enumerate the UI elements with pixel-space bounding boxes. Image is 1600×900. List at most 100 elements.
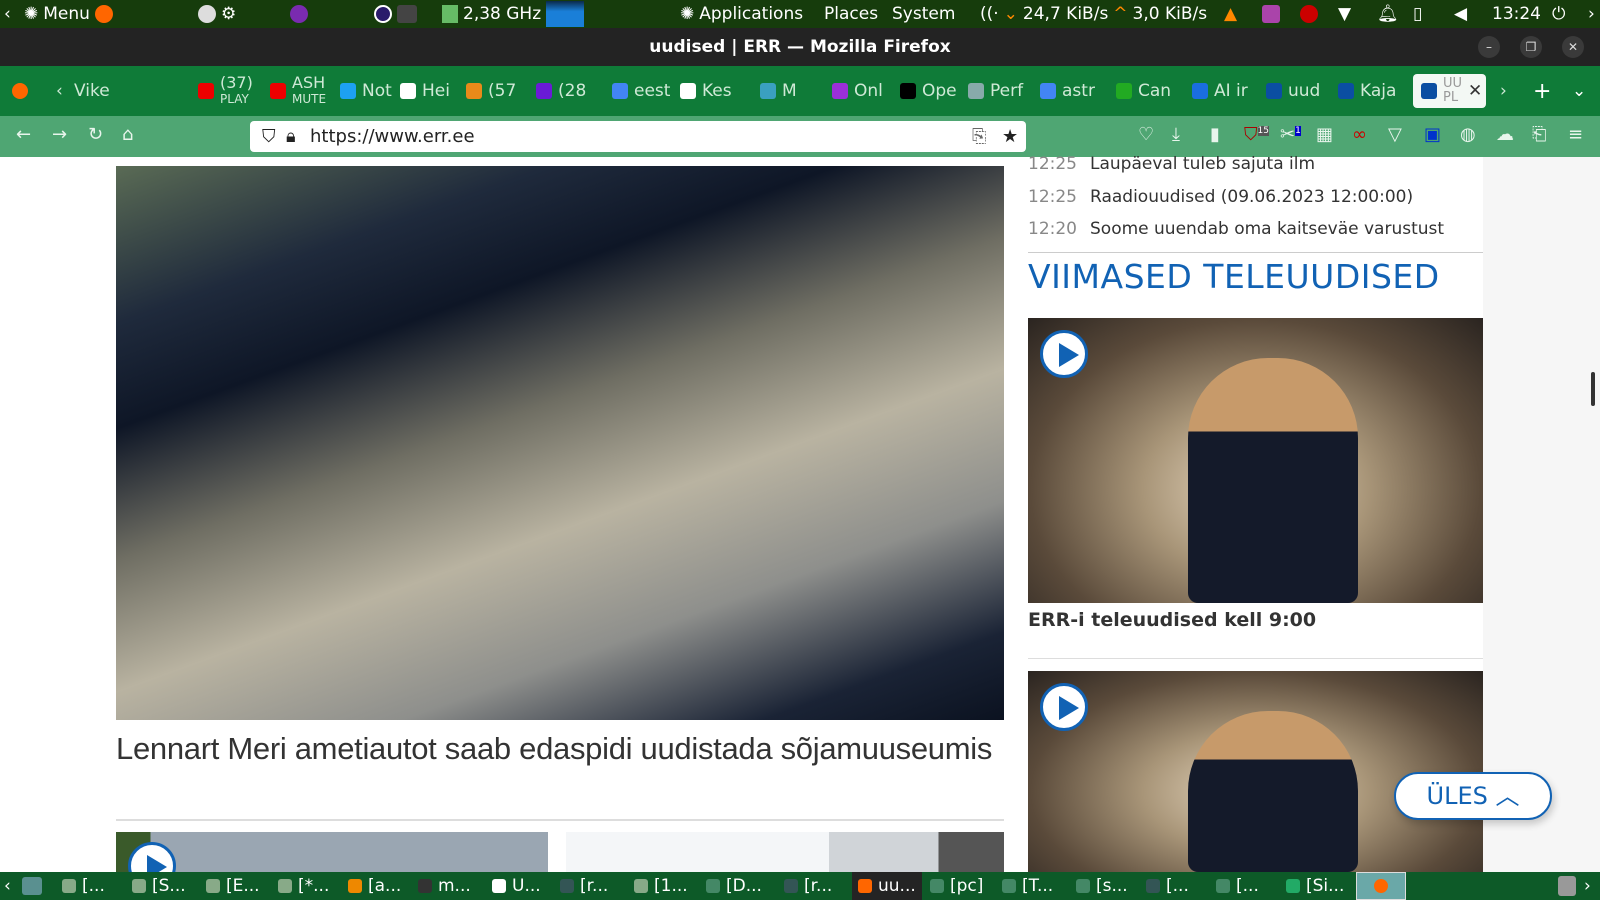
play-icon[interactable] xyxy=(1040,330,1088,378)
terminal-icon[interactable] xyxy=(397,5,417,23)
url-bar[interactable]: ⛉ 🔒︎ https://www.err.ee ⎘ ★ xyxy=(250,121,1026,152)
pocket-icon[interactable]: ♡ xyxy=(1138,124,1154,145)
tab-active[interactable]: UU PL ✕ xyxy=(1413,74,1486,108)
video-thumbnail[interactable] xyxy=(1028,318,1483,603)
taskbar-firefox-active[interactable] xyxy=(1356,872,1406,900)
news-item[interactable]: 12:20 Soome uuendab oma kaitseväe varustu… xyxy=(1028,219,1444,239)
menu-button[interactable]: ✺ Menu xyxy=(24,0,113,28)
news-title[interactable]: Soome uuendab oma kaitseväe varustust xyxy=(1090,219,1444,239)
taskbar-item[interactable]: [... xyxy=(1216,872,1259,900)
maximize-button[interactable]: ❐ xyxy=(1520,36,1542,58)
list-tabs-button[interactable]: ⌄ xyxy=(1572,74,1586,108)
tabs-scroll-right[interactable]: › xyxy=(1500,74,1507,108)
home-button[interactable]: ⌂ xyxy=(122,124,133,145)
places-menu[interactable]: Places xyxy=(824,0,878,28)
firefox-view-button[interactable] xyxy=(12,74,28,108)
close-tab-icon[interactable]: ✕ xyxy=(1468,81,1482,101)
tab[interactable]: Kaja xyxy=(1338,74,1398,108)
taskbar-item[interactable]: [*... xyxy=(278,872,329,900)
applications-menu[interactable]: ✺ Applications xyxy=(680,0,803,28)
close-window-button[interactable]: ✕ xyxy=(1562,36,1584,58)
system-menu[interactable]: System xyxy=(892,0,955,28)
forward-button[interactable]: → xyxy=(52,124,67,145)
back-to-top-button[interactable]: ÜLES ︿ xyxy=(1394,772,1552,820)
extension-icon[interactable]: ✂1 xyxy=(1280,124,1301,145)
record-icon[interactable] xyxy=(1300,5,1318,23)
translate-icon[interactable]: ⎘ xyxy=(972,121,986,152)
taskbar-item[interactable]: [r... xyxy=(560,872,608,900)
tab[interactable]: eest xyxy=(612,74,672,108)
taskbar-item[interactable]: [pc] xyxy=(930,872,983,900)
volume-icon[interactable]: ◀︎ xyxy=(1454,0,1467,28)
id-extension-icon[interactable]: ▣ xyxy=(1424,124,1441,145)
taskbar-item[interactable]: [E... xyxy=(206,872,260,900)
taskbar-item[interactable]: [... xyxy=(1146,872,1189,900)
tab[interactable]: ASH MUTE xyxy=(270,74,332,108)
news-item[interactable]: 12:25 Laupäeval tuleb sajuta ilm xyxy=(1028,154,1315,174)
taskbar-item[interactable]: [T... xyxy=(1002,872,1053,900)
taskbar-item[interactable]: [a... xyxy=(348,872,401,900)
tab[interactable]: Hei xyxy=(400,74,458,108)
incognito-extension-icon[interactable]: ☁ xyxy=(1496,124,1514,145)
lock-icon[interactable]: 🔒︎ xyxy=(286,121,296,152)
taskbar-item[interactable]: [r... xyxy=(784,872,832,900)
tab[interactable]: (28 xyxy=(536,74,604,108)
battery-icon[interactable]: ▯ xyxy=(1413,0,1422,28)
taskbar-item[interactable]: [1... xyxy=(634,872,688,900)
tab[interactable]: Vike xyxy=(74,74,114,108)
tab[interactable]: M xyxy=(760,74,824,108)
tor-icon[interactable] xyxy=(290,5,308,23)
tab[interactable]: (37) PLAY xyxy=(198,74,262,108)
article-thumbnail[interactable] xyxy=(566,832,1004,872)
article-headline[interactable]: Lennart Meri ametiautot saab edaspidi uu… xyxy=(116,729,1004,769)
taskbar-item[interactable]: U... xyxy=(492,872,541,900)
panel-right-arrow[interactable]: › xyxy=(1588,0,1595,28)
news-title[interactable]: Raadiouudised (09.06.2023 12:00:00) xyxy=(1090,187,1413,207)
show-desktop-icon[interactable] xyxy=(22,877,42,895)
tab[interactable]: Kes xyxy=(680,74,752,108)
settings-icon[interactable]: ⚙ xyxy=(221,4,236,24)
taskbar-item[interactable]: [D... xyxy=(706,872,762,900)
taskbar-item[interactable]: [S... xyxy=(132,872,186,900)
back-button[interactable]: ← xyxy=(16,124,31,145)
scrollbar-thumb[interactable] xyxy=(1591,372,1595,406)
filter-extension-icon[interactable]: ▽ xyxy=(1388,124,1402,145)
panel-left-arrow[interactable]: ‹ xyxy=(4,0,11,28)
tab[interactable]: Not xyxy=(340,74,392,108)
taskbar-item[interactable]: [s... xyxy=(1076,872,1128,900)
tab[interactable]: Onl xyxy=(832,74,892,108)
firefox-icon[interactable] xyxy=(94,5,113,23)
search-app-icon[interactable] xyxy=(198,5,216,23)
article-thumbnail[interactable] xyxy=(116,832,548,872)
new-tab-button[interactable]: + xyxy=(1533,74,1551,108)
taskbar-left-arrow[interactable]: ‹ xyxy=(4,872,11,900)
tab[interactable]: Ope xyxy=(900,74,960,108)
notifications-icon[interactable]: 🔔︎ xyxy=(1377,0,1399,28)
tabs-scroll-left[interactable]: ‹ xyxy=(56,74,63,108)
taskbar-item[interactable]: [Si... xyxy=(1286,872,1344,900)
clock[interactable]: 13:24 xyxy=(1492,0,1541,28)
link-extension-icon[interactable]: ∞ xyxy=(1352,124,1367,145)
wifi-signal-icon[interactable]: ▼ xyxy=(1338,0,1351,28)
tab[interactable]: Can xyxy=(1116,74,1184,108)
vlc-icon[interactable]: ▲ xyxy=(1224,0,1237,28)
power-icon[interactable]: ⏻ xyxy=(1552,0,1565,28)
opera-icon[interactable] xyxy=(374,5,392,23)
play-icon[interactable] xyxy=(1040,683,1088,731)
tab[interactable]: (57 xyxy=(466,74,528,108)
ublock-icon[interactable]: ⛉15 xyxy=(1244,124,1269,145)
video-caption[interactable]: ERR-i teleuudised kell 9:00 xyxy=(1028,609,1316,631)
shield-icon[interactable]: ⛉ xyxy=(262,121,276,152)
tab[interactable]: AI ir xyxy=(1192,74,1258,108)
downloads-icon[interactable]: ⤓ xyxy=(1172,124,1180,145)
taskbar-item[interactable]: [... xyxy=(62,872,105,900)
extensions-button[interactable]: ⎗ xyxy=(1532,124,1546,145)
minimize-button[interactable]: – xyxy=(1478,36,1500,58)
notes-extension-icon[interactable]: ▮ xyxy=(1210,124,1220,145)
trash-icon[interactable] xyxy=(1558,876,1576,896)
tab[interactable]: Perf xyxy=(968,74,1032,108)
news-item[interactable]: 12:25 Raadiouudised (09.06.2023 12:00:00) xyxy=(1028,187,1413,207)
article-image[interactable] xyxy=(116,166,1004,720)
taskbar-right-arrow[interactable]: › xyxy=(1584,872,1591,900)
tab[interactable]: uud xyxy=(1266,74,1330,108)
